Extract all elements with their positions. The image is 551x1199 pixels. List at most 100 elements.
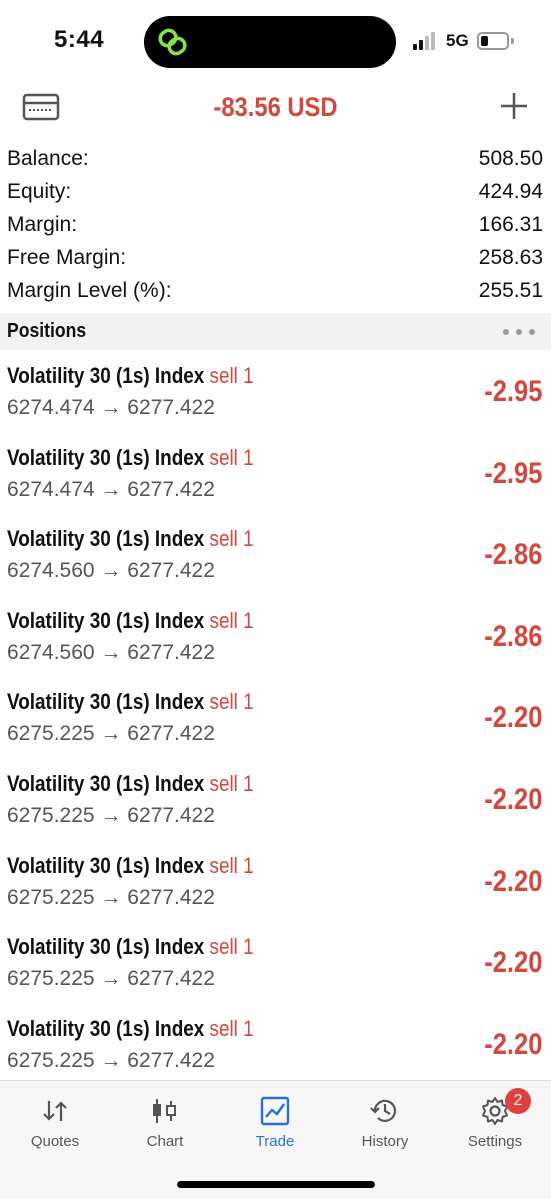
position-profit: -2.20 bbox=[483, 946, 542, 980]
current-price: 6277.422 bbox=[127, 722, 215, 746]
current-price: 6277.422 bbox=[127, 803, 215, 827]
tab-settings[interactable]: Settings bbox=[440, 1081, 550, 1161]
arrow-right-icon: → bbox=[100, 396, 122, 419]
positions-section-header: Positions bbox=[0, 313, 551, 350]
open-price: 6274.560 bbox=[7, 640, 95, 664]
trade-chart-icon bbox=[260, 1096, 290, 1126]
history-clock-icon bbox=[370, 1099, 397, 1122]
position-symbol: Volatility 30 (1s) Index bbox=[7, 852, 205, 878]
network-type: 5G bbox=[446, 31, 469, 50]
position-type: sell 1 bbox=[209, 934, 254, 960]
current-price: 6277.422 bbox=[127, 967, 215, 991]
position-row[interactable]: Volatility 30 (1s) Index sell 1 6275.225 … bbox=[0, 926, 551, 1008]
arrow-right-icon: → bbox=[100, 1048, 122, 1072]
tab-history[interactable]: History bbox=[330, 1081, 440, 1161]
position-type: sell 1 bbox=[209, 689, 254, 715]
position-type: sell 1 bbox=[209, 607, 254, 633]
position-profit: -2.86 bbox=[483, 619, 542, 653]
position-row[interactable]: Volatility 30 (1s) Index sell 1 6274.560 … bbox=[0, 600, 551, 682]
position-profit: -2.95 bbox=[483, 456, 542, 490]
position-type: sell 1 bbox=[209, 363, 254, 388]
home-indicator bbox=[177, 1181, 375, 1188]
position-symbol: Volatility 30 (1s) Index bbox=[7, 770, 205, 796]
summary-value: 166.31 bbox=[478, 213, 543, 236]
candlestick-icon bbox=[153, 1099, 176, 1123]
current-price: 6277.422 bbox=[127, 640, 215, 664]
tab-label: Trade bbox=[255, 1133, 295, 1150]
position-symbol: Volatility 30 (1s) Index bbox=[7, 444, 205, 470]
cellular-signal-icon bbox=[413, 32, 439, 50]
tab-quotes[interactable]: Quotes bbox=[0, 1081, 110, 1161]
account-summary: Balance: 508.50 Equity: 424.94 Margin: 1… bbox=[0, 143, 551, 308]
position-symbol: Volatility 30 (1s) Index bbox=[7, 1015, 205, 1041]
position-type: sell 1 bbox=[209, 770, 254, 796]
current-price: 6277.422 bbox=[127, 396, 215, 419]
tab-trade[interactable]: Trade bbox=[220, 1081, 330, 1161]
position-profit: -2.20 bbox=[483, 1027, 542, 1061]
open-price: 6275.225 bbox=[7, 803, 95, 827]
open-price: 6275.225 bbox=[7, 885, 95, 909]
header: -83.56 USD bbox=[0, 82, 551, 134]
position-row[interactable]: Volatility 30 (1s) Index sell 1 6274.560 … bbox=[0, 518, 551, 600]
summary-label: Balance: bbox=[7, 147, 89, 170]
battery-tip bbox=[511, 38, 514, 44]
positions-list: Volatility 30 (1s) Index sell 1 6274.474 … bbox=[0, 355, 551, 1089]
summary-row-margin: Margin: 166.31 bbox=[0, 209, 551, 242]
more-dots-icon[interactable] bbox=[503, 329, 535, 335]
open-price: 6275.225 bbox=[7, 722, 95, 746]
tab-label: Chart bbox=[146, 1133, 184, 1150]
summary-value: 258.63 bbox=[478, 246, 543, 269]
position-symbol: Volatility 30 (1s) Index bbox=[7, 607, 205, 633]
open-price: 6275.225 bbox=[7, 1048, 95, 1072]
open-price: 6274.474 bbox=[7, 396, 95, 419]
current-price: 6277.422 bbox=[127, 477, 215, 501]
summary-row-margin-level: Margin Level (%): 255.51 bbox=[0, 275, 551, 308]
quotes-arrows-icon bbox=[43, 1101, 67, 1121]
linked-rings-icon bbox=[158, 28, 187, 56]
position-row[interactable]: Volatility 30 (1s) Index sell 1 6275.225 … bbox=[0, 681, 551, 763]
summary-row-balance: Balance: 508.50 bbox=[0, 143, 551, 176]
summary-label: Free Margin: bbox=[7, 246, 127, 269]
open-price: 6274.560 bbox=[7, 559, 95, 583]
current-price: 6277.422 bbox=[127, 559, 215, 583]
position-profit: -2.20 bbox=[483, 782, 542, 816]
current-price: 6277.422 bbox=[127, 1048, 215, 1072]
position-row[interactable]: Volatility 30 (1s) Index sell 1 6275.225 … bbox=[0, 763, 551, 845]
open-price: 6274.474 bbox=[7, 477, 95, 501]
position-symbol: Volatility 30 (1s) Index bbox=[7, 934, 205, 960]
settings-notification-badge: 2 bbox=[505, 1088, 531, 1114]
summary-row-equity: Equity: 424.94 bbox=[0, 176, 551, 209]
arrow-right-icon: → bbox=[100, 803, 122, 827]
position-row[interactable]: Volatility 30 (1s) Index sell 1 6274.474 … bbox=[0, 355, 551, 437]
summary-label: Margin: bbox=[7, 213, 78, 236]
status-time: 5:44 bbox=[54, 26, 105, 53]
position-type: sell 1 bbox=[209, 526, 254, 552]
plus-icon[interactable] bbox=[498, 90, 530, 122]
position-type: sell 1 bbox=[209, 444, 254, 470]
arrow-right-icon: → bbox=[100, 967, 122, 991]
battery-icon bbox=[477, 32, 509, 50]
position-symbol: Volatility 30 (1s) Index bbox=[7, 363, 205, 388]
tab-chart[interactable]: Chart bbox=[110, 1081, 220, 1161]
floating-profit-title: -83.56 USD bbox=[213, 92, 338, 122]
position-symbol: Volatility 30 (1s) Index bbox=[7, 689, 205, 715]
position-profit: -2.20 bbox=[483, 864, 542, 898]
tab-label: Settings bbox=[467, 1133, 523, 1150]
position-profit: -2.95 bbox=[483, 375, 542, 408]
arrow-right-icon: → bbox=[100, 722, 122, 746]
status-bar: 5:44 5G bbox=[0, 0, 551, 82]
summary-value: 255.51 bbox=[478, 279, 543, 302]
dynamic-island bbox=[144, 16, 396, 68]
position-row[interactable]: Volatility 30 (1s) Index sell 1 6275.225 … bbox=[0, 845, 551, 927]
tab-label: History bbox=[361, 1133, 409, 1150]
arrow-right-icon: → bbox=[100, 559, 122, 583]
position-profit: -2.86 bbox=[483, 538, 542, 572]
summary-label: Equity: bbox=[7, 180, 72, 203]
position-row[interactable]: Volatility 30 (1s) Index sell 1 6275.225 … bbox=[0, 1008, 551, 1090]
position-row[interactable]: Volatility 30 (1s) Index sell 1 6274.474 … bbox=[0, 437, 551, 519]
summary-label: Margin Level (%): bbox=[7, 279, 172, 302]
arrow-right-icon: → bbox=[100, 885, 122, 909]
arrow-right-icon: → bbox=[100, 640, 122, 664]
summary-value: 424.94 bbox=[478, 180, 543, 203]
position-symbol: Volatility 30 (1s) Index bbox=[7, 526, 205, 552]
